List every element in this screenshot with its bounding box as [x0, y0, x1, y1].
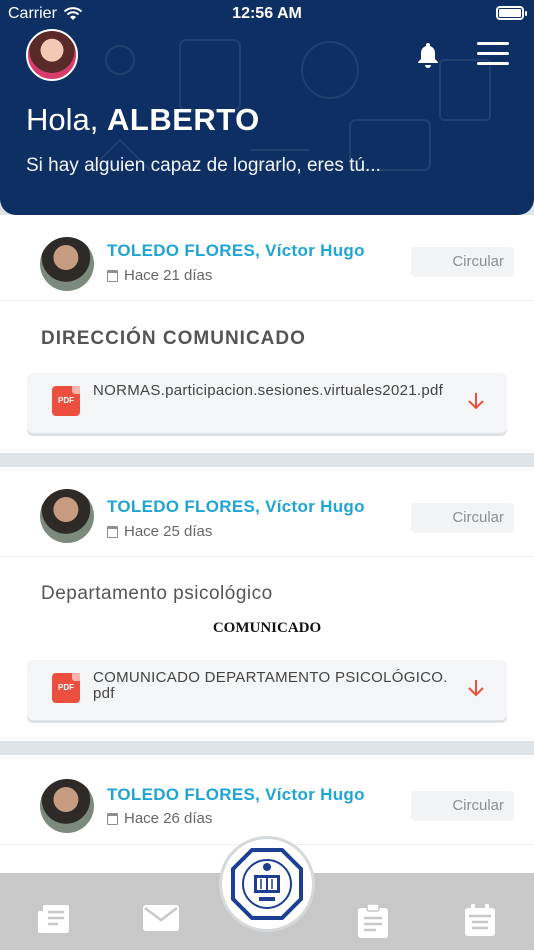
- calendar-tab-icon[interactable]: [463, 903, 497, 937]
- circular-button[interactable]: Circular: [411, 791, 514, 821]
- school-logo[interactable]: [219, 836, 315, 932]
- author-avatar: [40, 489, 94, 543]
- post-date: Hace 26 días: [107, 810, 212, 827]
- post-card: TOLEDO FLORES, Víctor Hugo Hace 21 días …: [0, 215, 534, 453]
- user-name: ALBERTO: [107, 102, 260, 137]
- header: Carrier 12:56 AM Hola, ALBERTO Si hay al…: [0, 0, 534, 215]
- circular-button[interactable]: Circular: [411, 247, 514, 277]
- author-name[interactable]: TOLEDO FLORES, Víctor Hugo: [107, 785, 365, 805]
- post-title: Departamento psicológico: [41, 583, 273, 604]
- calendar-icon: [107, 812, 118, 825]
- calendar-icon: [107, 525, 118, 538]
- greeting: Hola, ALBERTO: [26, 102, 260, 138]
- attachment-item[interactable]: PDF COMUNICADO DEPARTAMENTO PSICOLÓGICO.…: [27, 660, 507, 720]
- hamburger-menu-icon[interactable]: [477, 42, 509, 72]
- battery-icon: [496, 6, 527, 20]
- download-arrow-icon[interactable]: [467, 678, 485, 698]
- circular-button[interactable]: Circular: [411, 503, 514, 533]
- clipboard-icon[interactable]: [356, 903, 390, 939]
- status-time: 12:56 AM: [232, 5, 302, 22]
- author-avatar: [40, 237, 94, 291]
- bell-icon[interactable]: [416, 41, 440, 69]
- post-date-text: Hace 21 días: [124, 267, 213, 284]
- post-date: Hace 21 días: [107, 267, 212, 284]
- post-header: TOLEDO FLORES, Víctor Hugo Hace 21 días …: [0, 215, 534, 301]
- pdf-icon: PDF: [52, 673, 80, 703]
- download-arrow-icon[interactable]: [467, 391, 485, 411]
- attachment-name: NORMAS.participacion.sesiones.virtuales2…: [93, 382, 444, 399]
- post-date-text: Hace 25 días: [124, 523, 213, 540]
- author-avatar: [40, 779, 94, 833]
- school-crest: [231, 848, 303, 920]
- post-title: DIRECCIÓN COMUNICADO: [41, 328, 306, 349]
- post-header: TOLEDO FLORES, Víctor Hugo Hace 26 días …: [0, 755, 534, 845]
- attachment-item[interactable]: PDF NORMAS.participacion.sesiones.virtua…: [27, 373, 507, 433]
- post-date: Hace 25 días: [107, 523, 212, 540]
- mail-icon[interactable]: [142, 903, 180, 933]
- post-card: TOLEDO FLORES, Víctor Hugo Hace 25 días …: [0, 467, 534, 741]
- user-avatar[interactable]: [26, 29, 78, 81]
- attachment-name: COMUNICADO DEPARTAMENTO PSICOLÓGICO.pdf: [93, 669, 448, 702]
- post-date-text: Hace 26 días: [124, 810, 213, 827]
- status-bar: Carrier 12:56 AM: [0, 0, 534, 28]
- calendar-icon: [107, 269, 118, 282]
- post-header: TOLEDO FLORES, Víctor Hugo Hace 25 días …: [0, 467, 534, 557]
- post-subtitle: COMUNICADO: [212, 620, 322, 636]
- motto-text: Si hay alguien capaz de lograrlo, eres t…: [26, 155, 381, 176]
- greeting-text: Hola,: [26, 102, 99, 137]
- author-name[interactable]: TOLEDO FLORES, Víctor Hugo: [107, 497, 365, 517]
- pdf-icon: PDF: [52, 386, 80, 416]
- news-feed-icon[interactable]: [37, 903, 71, 935]
- author-name[interactable]: TOLEDO FLORES, Víctor Hugo: [107, 241, 365, 261]
